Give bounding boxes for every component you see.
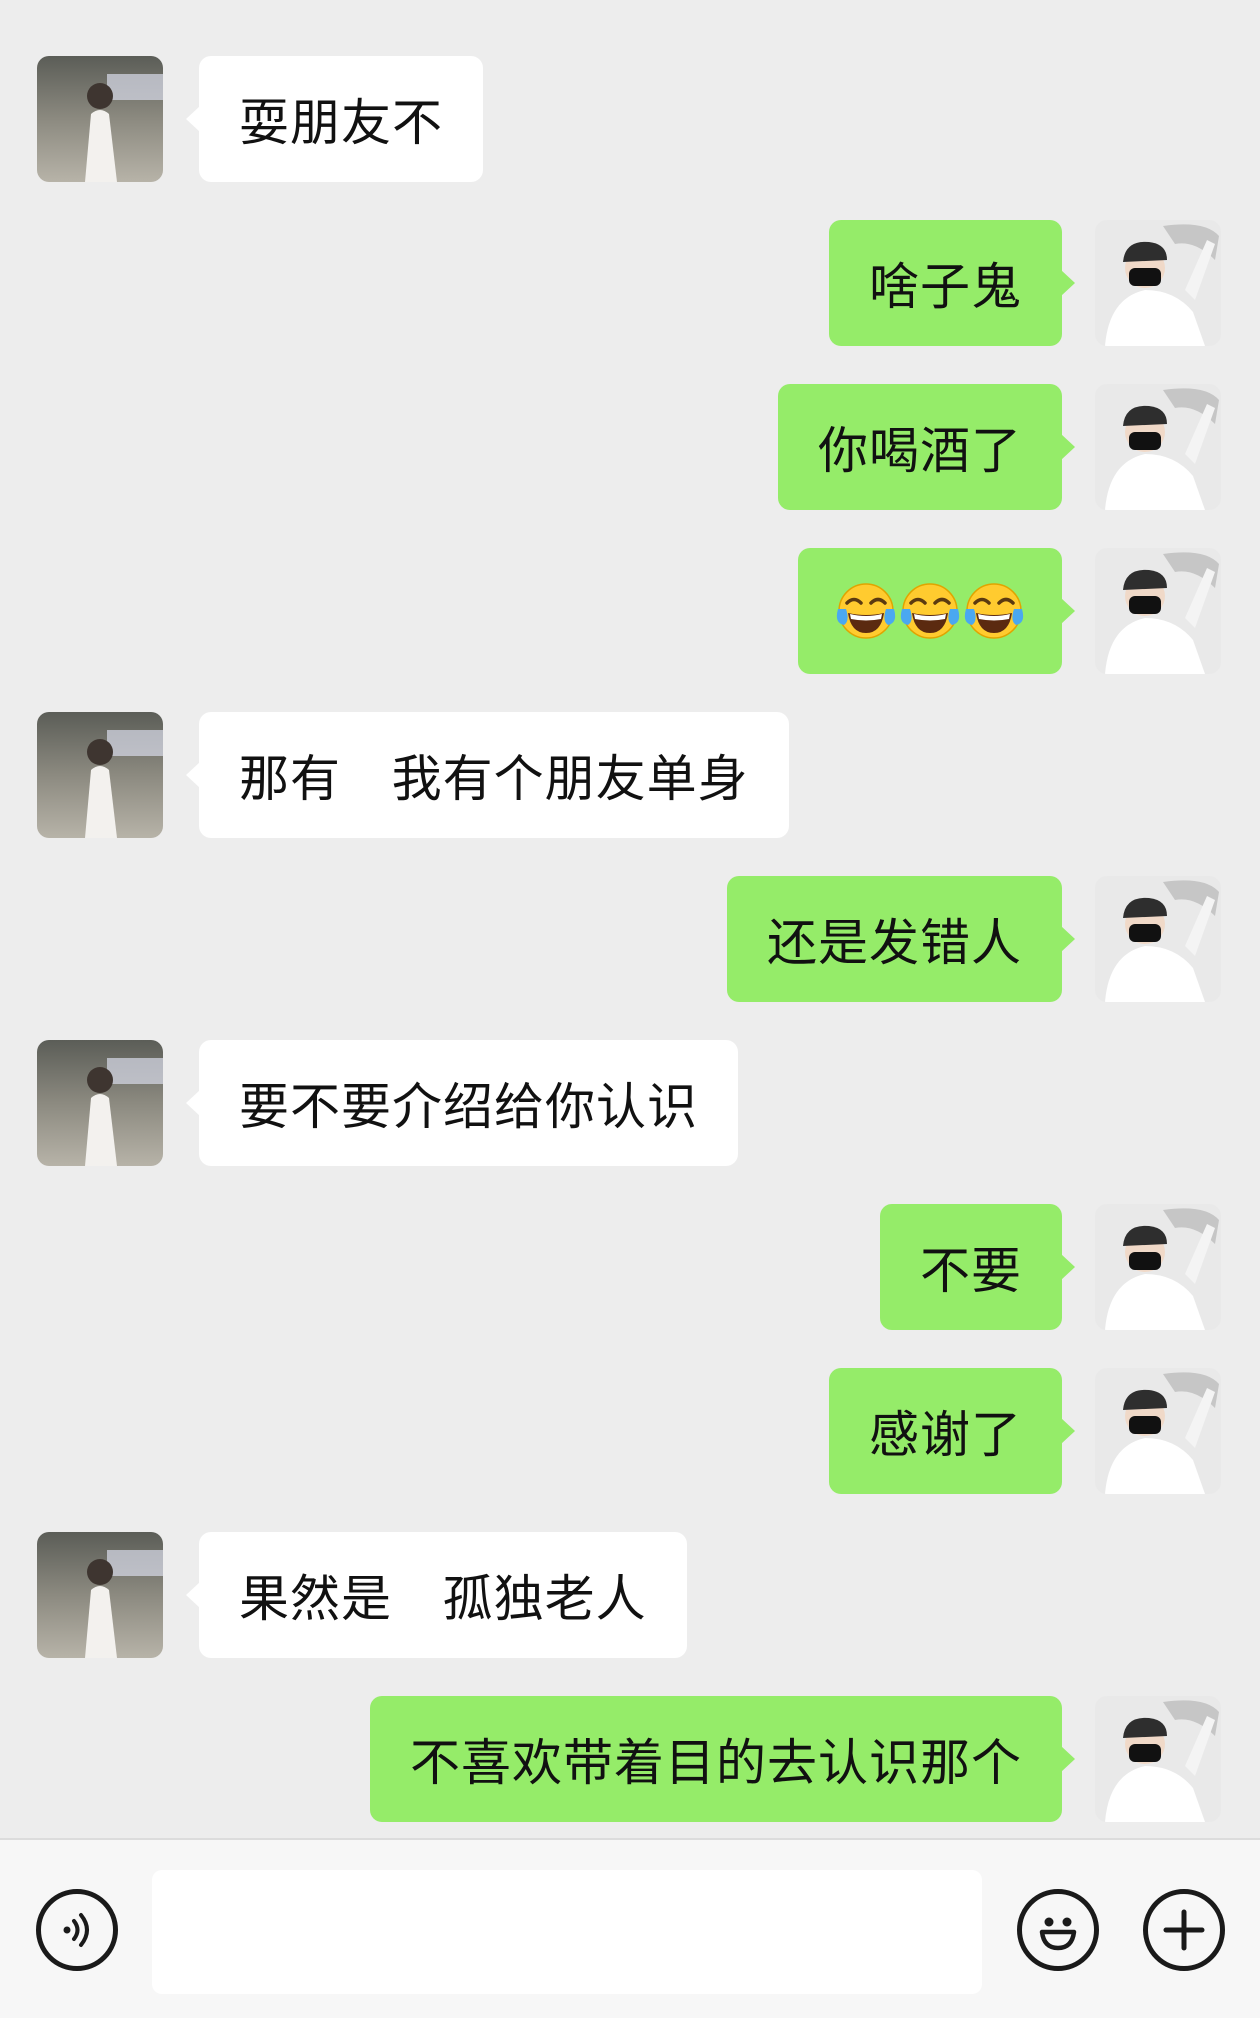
message-row-incoming: 耍朋友不 — [0, 56, 1260, 182]
my-avatar[interactable] — [1095, 548, 1221, 674]
message-row-outgoing: 不喜欢带着目的去认识那个 — [0, 1696, 1260, 1822]
more-options-button[interactable] — [1143, 1889, 1225, 1971]
emoji-picker-button[interactable] — [1017, 1889, 1099, 1971]
contact-avatar[interactable] — [37, 712, 163, 838]
message-bubble-outgoing[interactable]: 不喜欢带着目的去认识那个 — [370, 1696, 1075, 1822]
message-bubble-outgoing[interactable]: 你喝酒了 — [778, 384, 1075, 510]
contact-avatar[interactable] — [37, 1040, 163, 1166]
contact-avatar[interactable] — [37, 56, 163, 182]
message-bubble-incoming[interactable]: 那有 我有个朋友单身 — [186, 712, 789, 838]
message-row-outgoing — [0, 548, 1260, 674]
my-avatar[interactable] — [1095, 876, 1221, 1002]
contact-avatar[interactable] — [37, 1532, 163, 1658]
message-text-input[interactable] — [152, 1870, 982, 1994]
message-row-outgoing: 感谢了 — [0, 1368, 1260, 1494]
face-with-tears-of-joy-icon — [900, 581, 960, 641]
message-row-outgoing: 还是发错人 — [0, 876, 1260, 1002]
message-bubble-incoming[interactable]: 果然是 孤独老人 — [186, 1532, 687, 1658]
message-row-incoming: 果然是 孤独老人 — [0, 1532, 1260, 1658]
message-bubble-outgoing[interactable]: 不要 — [880, 1204, 1075, 1330]
message-row-incoming: 那有 我有个朋友单身 — [0, 712, 1260, 838]
my-avatar[interactable] — [1095, 1696, 1221, 1822]
my-avatar[interactable] — [1095, 1204, 1221, 1330]
voice-input-button[interactable] — [36, 1889, 118, 1971]
voice-icon — [53, 1906, 101, 1954]
my-avatar[interactable] — [1095, 384, 1221, 510]
message-bubble-outgoing[interactable]: 啥子鬼 — [829, 220, 1075, 346]
smiley-icon — [1028, 1900, 1088, 1960]
message-row-outgoing: 啥子鬼 — [0, 220, 1260, 346]
chat-message-list[interactable]: 耍朋友不 啥子鬼 你喝酒了 那有 我有个朋友单身 还是发错人 要不要介绍给你认识… — [0, 0, 1260, 1838]
message-input-bar — [0, 1838, 1260, 2018]
message-bubble-incoming[interactable]: 要不要介绍给你认识 — [186, 1040, 738, 1166]
message-bubble-incoming[interactable]: 耍朋友不 — [186, 56, 483, 182]
my-avatar[interactable] — [1095, 1368, 1221, 1494]
message-bubble-outgoing[interactable] — [798, 548, 1075, 674]
plus-icon — [1160, 1906, 1208, 1954]
message-row-incoming: 要不要介绍给你认识 — [0, 1040, 1260, 1166]
message-bubble-outgoing[interactable]: 还是发错人 — [727, 876, 1075, 1002]
face-with-tears-of-joy-icon — [964, 581, 1024, 641]
face-with-tears-of-joy-icon — [836, 581, 896, 641]
message-bubble-outgoing[interactable]: 感谢了 — [829, 1368, 1075, 1494]
my-avatar[interactable] — [1095, 220, 1221, 346]
message-row-outgoing: 不要 — [0, 1204, 1260, 1330]
message-row-outgoing: 你喝酒了 — [0, 384, 1260, 510]
